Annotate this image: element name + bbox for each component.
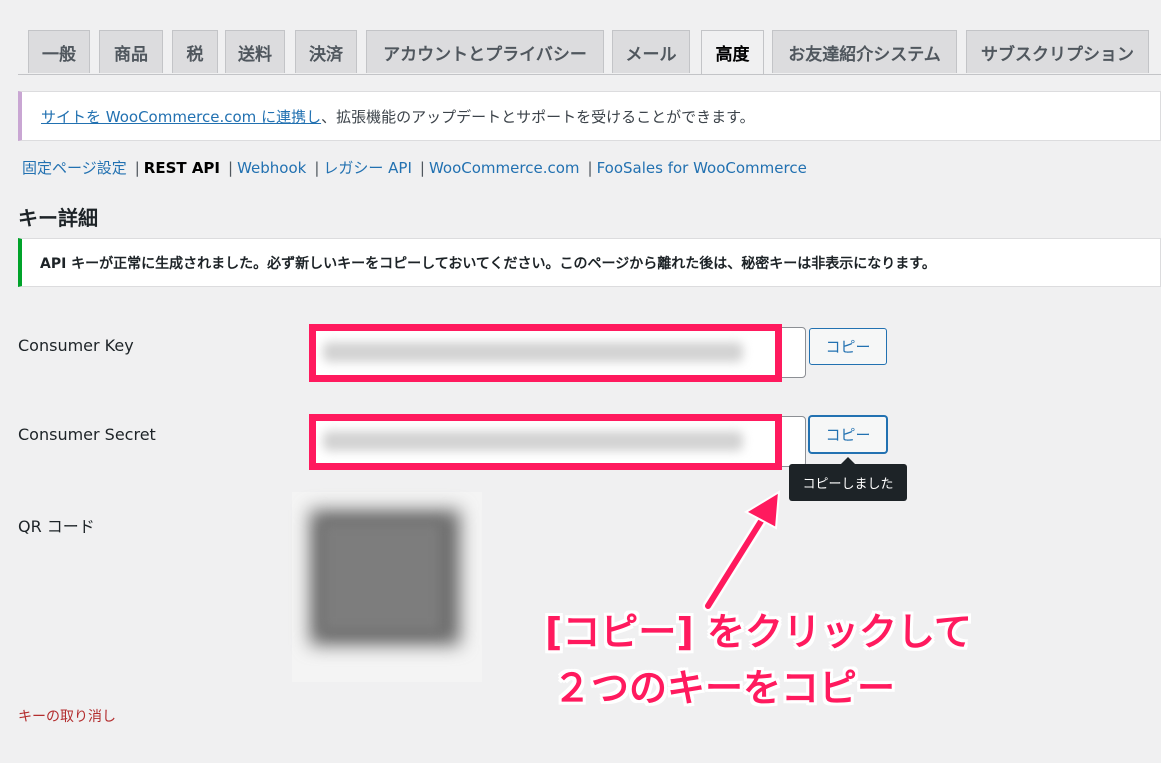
annotation-line-1: [コピー] をクリックして bbox=[545, 610, 972, 654]
annotation-line-2: ２つのキーをコピー bbox=[553, 666, 896, 710]
annotation-text: [コピー] をクリックして ２つのキーをコピー bbox=[545, 604, 972, 716]
